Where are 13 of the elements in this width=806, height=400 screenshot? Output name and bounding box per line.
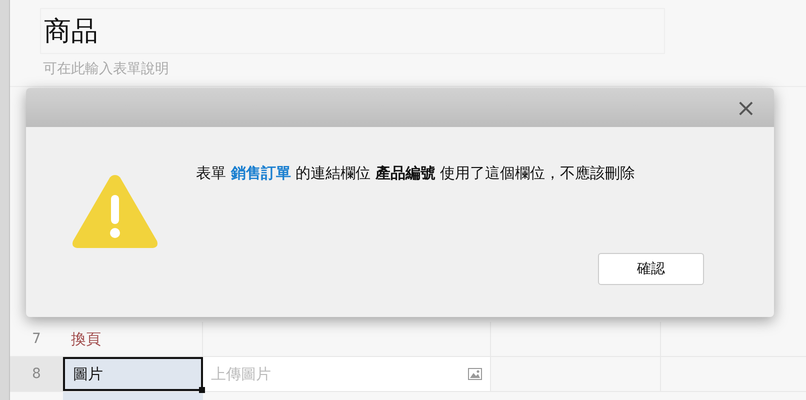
table-cell[interactable] bbox=[63, 392, 203, 400]
form-title[interactable]: 商品 bbox=[40, 8, 665, 54]
form-link[interactable]: 銷售訂單 bbox=[230, 164, 291, 182]
fill-handle[interactable] bbox=[199, 387, 205, 393]
close-button[interactable]: × bbox=[732, 96, 760, 120]
row-number: 7 bbox=[31, 330, 42, 349]
row-number: 8 bbox=[10, 357, 63, 391]
warning-message: 表單 銷售訂單 的連結欄位 產品編號 使用了這個欄位，不應該刪除 bbox=[196, 163, 636, 183]
field-label-cell[interactable]: 換頁 bbox=[63, 322, 203, 356]
confirm-button[interactable]: 確認 bbox=[598, 253, 704, 285]
image-icon bbox=[468, 368, 482, 380]
upload-placeholder: 上傳圖片 bbox=[211, 364, 271, 384]
field-label-cell[interactable]: 圖片 bbox=[63, 357, 203, 391]
